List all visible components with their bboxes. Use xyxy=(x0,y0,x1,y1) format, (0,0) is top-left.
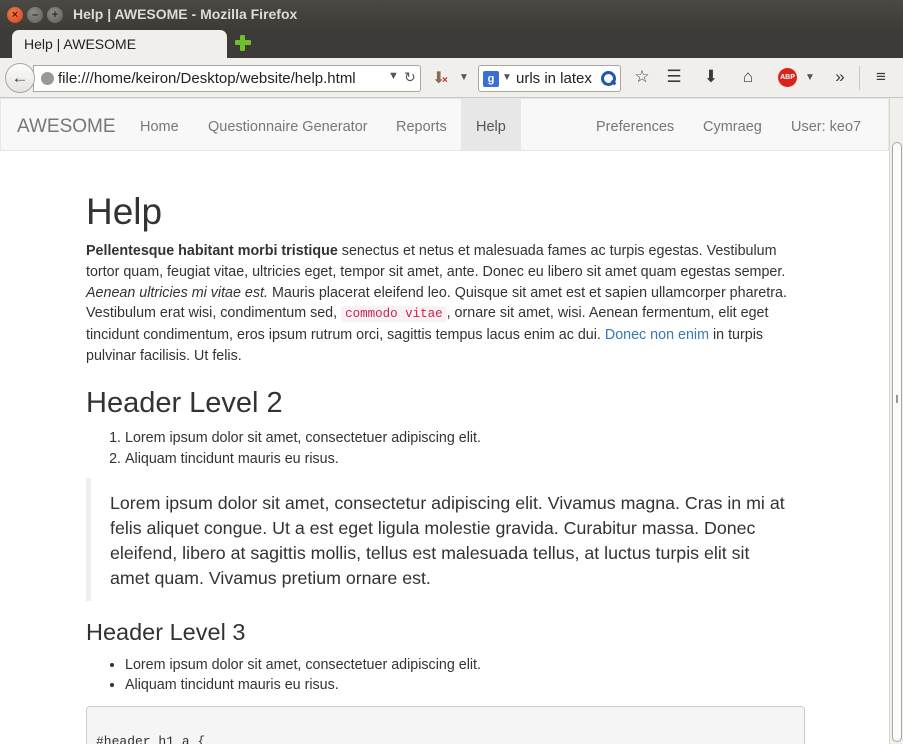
nav-help[interactable]: Help xyxy=(461,99,521,150)
header-level-2: Header Level 2 xyxy=(86,387,283,419)
bookmark-star-icon[interactable]: ☆ xyxy=(631,67,653,87)
new-tab-plus-icon[interactable] xyxy=(234,34,252,52)
adblock-icon[interactable]: ABP xyxy=(778,68,797,87)
vertical-scrollbar[interactable] xyxy=(889,98,903,744)
web-page: AWESOME Home Questionnaire Generator Rep… xyxy=(0,98,889,744)
tab-help[interactable]: Help | AWESOME xyxy=(12,30,227,58)
url-text: file:///home/keiron/Desktop/website/help… xyxy=(58,70,356,87)
search-input[interactable]: g ▼ urls in latex xyxy=(478,65,621,92)
url-bar[interactable]: file:///home/keiron/Desktop/website/help… xyxy=(33,65,421,92)
nav-home[interactable]: Home xyxy=(125,99,194,150)
maximize-window-icon[interactable]: + xyxy=(47,7,63,23)
back-arrow-icon: ← xyxy=(11,68,29,87)
unordered-list: Lorem ipsum dolor sit amet, consectetuer… xyxy=(106,655,481,695)
window-title: Help | AWESOME - Mozilla Firefox xyxy=(73,6,298,22)
reading-list-icon[interactable]: ☰ xyxy=(663,67,685,87)
search-text: urls in latex xyxy=(516,70,592,87)
tab-bar: Help | AWESOME xyxy=(0,30,903,58)
nav-cymraeg[interactable]: Cymraeg xyxy=(688,99,777,150)
list-item: Aliquam tincidunt mauris eu risus. xyxy=(125,675,481,695)
para-bold: Pellentesque habitant morbi tristique xyxy=(86,243,338,259)
back-button[interactable]: ← xyxy=(5,63,35,93)
downloads-icon[interactable]: ⬇ xyxy=(700,67,722,87)
overflow-icon[interactable]: » xyxy=(829,67,851,87)
menu-icon[interactable]: ≡ xyxy=(870,67,892,87)
nav-preferences[interactable]: Preferences xyxy=(581,99,689,150)
para-code: commodo vitae xyxy=(341,306,447,323)
window-titlebar: × – + Help | AWESOME - Mozilla Firefox xyxy=(0,0,903,30)
search-icon[interactable] xyxy=(600,70,616,86)
site-navbar: AWESOME Home Questionnaire Generator Rep… xyxy=(0,98,889,151)
minimize-window-icon[interactable]: – xyxy=(27,7,43,23)
download-dropdown-icon[interactable]: ▼ xyxy=(459,72,469,83)
page-title: Help xyxy=(86,191,163,232)
globe-icon xyxy=(41,72,54,85)
nav-reports[interactable]: Reports xyxy=(381,99,462,150)
scrollbar-grip-icon xyxy=(896,395,898,403)
list-item: Lorem ipsum dolor sit amet, consectetuer… xyxy=(125,428,481,449)
blocked-x-icon: × xyxy=(442,75,448,86)
list-item: Lorem ipsum dolor sit amet, consectetuer… xyxy=(125,655,481,675)
para-italic: Aenean ultricies mi vitae est. xyxy=(86,284,268,301)
navigation-toolbar: file:///home/keiron/Desktop/website/help… xyxy=(0,58,903,98)
toolbar-separator xyxy=(859,66,860,90)
list-item: Aliquam tincidunt mauris eu risus. xyxy=(125,449,481,470)
adblock-dropdown-icon[interactable]: ▼ xyxy=(805,72,815,83)
nav-questionnaire-generator[interactable]: Questionnaire Generator xyxy=(193,99,383,150)
blockquote: Lorem ipsum dolor sit amet, consectetur … xyxy=(86,478,786,601)
para-link[interactable]: Donec non enim xyxy=(605,327,709,343)
scrollbar-thumb[interactable] xyxy=(892,142,902,742)
reload-icon[interactable]: ↻ xyxy=(404,69,416,86)
code-block: #header h1 a { xyxy=(86,706,805,744)
home-icon[interactable]: ⌂ xyxy=(737,67,759,87)
header-level-3: Header Level 3 xyxy=(86,619,246,645)
search-engine-dropdown-icon[interactable]: ▼ xyxy=(502,72,512,83)
google-icon[interactable]: g xyxy=(483,71,499,87)
nav-user[interactable]: User: keo7 xyxy=(776,99,876,150)
url-dropdown-icon[interactable]: ▼ xyxy=(388,70,399,82)
site-brand[interactable]: AWESOME xyxy=(17,116,116,138)
intro-paragraph: Pellentesque habitant morbi tristique se… xyxy=(86,241,798,367)
close-window-icon[interactable]: × xyxy=(7,7,23,23)
ordered-list: Lorem ipsum dolor sit amet, consectetuer… xyxy=(106,428,481,470)
